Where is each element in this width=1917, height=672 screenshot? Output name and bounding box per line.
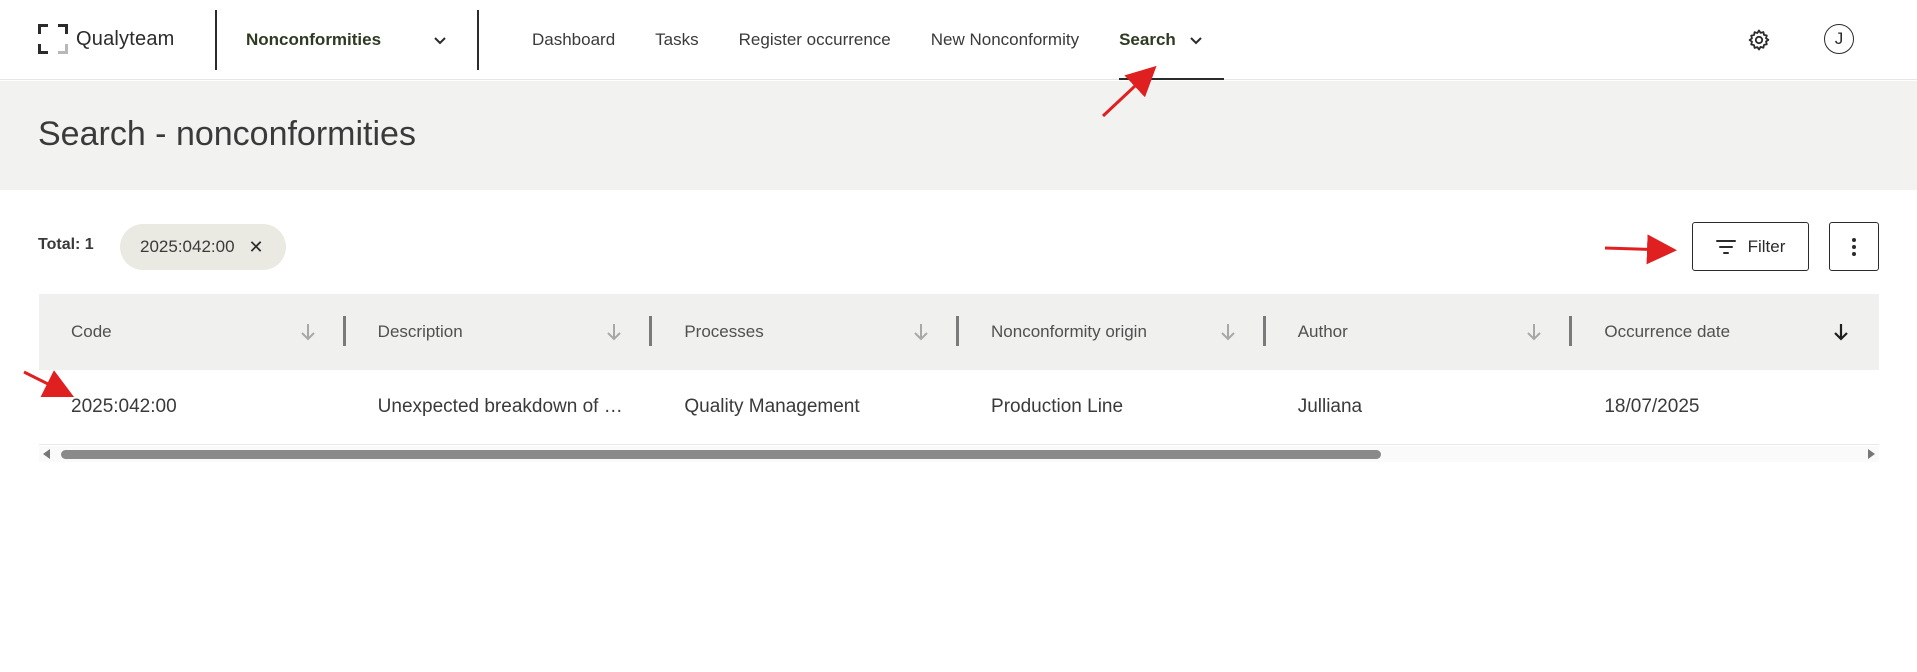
column-header-occurrence-date[interactable]: Occurrence date bbox=[1572, 294, 1879, 370]
sort-arrow-down-icon bbox=[607, 324, 622, 341]
nav-item-tasks[interactable]: Tasks bbox=[635, 0, 718, 80]
cell-code-text: 2025:042:00 bbox=[71, 396, 177, 417]
nav-item-search[interactable]: Search bbox=[1099, 0, 1224, 80]
column-header-label: Occurrence date bbox=[1604, 322, 1731, 341]
cell-author: Julliana bbox=[1266, 370, 1573, 444]
chevron-down-icon bbox=[1190, 37, 1202, 45]
sort-arrow-down-icon bbox=[914, 324, 928, 341]
column-header-label: Author bbox=[1297, 322, 1348, 341]
brand-name: Qualyteam bbox=[76, 27, 175, 50]
close-icon[interactable]: ✕ bbox=[249, 237, 264, 258]
cell-origin-text: Production Line bbox=[991, 396, 1124, 417]
scrollbar-thumb[interactable] bbox=[61, 450, 1381, 459]
scroll-left-arrow-icon[interactable] bbox=[43, 449, 50, 459]
qualyteam-logo-icon bbox=[38, 24, 68, 54]
column-header-code[interactable]: Code bbox=[39, 294, 346, 370]
sort-arrow-down-icon bbox=[1220, 324, 1235, 341]
gear-icon[interactable] bbox=[1747, 28, 1771, 52]
module-selector-label: Nonconformities bbox=[246, 30, 382, 49]
cell-description-text: Unexpected breakdown of … bbox=[377, 396, 623, 417]
nav-item-new-nonconformity[interactable]: New Nonconformity bbox=[911, 0, 1099, 80]
column-header-description[interactable]: Description bbox=[346, 294, 653, 370]
scroll-right-arrow-icon[interactable] bbox=[1868, 449, 1875, 459]
brand-logo[interactable]: Qualyteam bbox=[38, 24, 175, 54]
page-title: Search - nonconformities bbox=[38, 115, 416, 153]
annotation-arrow bbox=[1604, 234, 1677, 265]
cell-occurrence-date: 18/07/2025 bbox=[1572, 370, 1879, 444]
filter-icon bbox=[1715, 239, 1736, 254]
filter-chip-label: 2025:042:00 bbox=[140, 237, 235, 256]
more-options-button[interactable] bbox=[1829, 222, 1879, 271]
cell-description: Unexpected breakdown of … bbox=[346, 370, 653, 444]
column-header-label: Processes bbox=[684, 322, 764, 341]
table-row[interactable]: 2025:042:00 Unexpected breakdown of … Qu… bbox=[39, 370, 1879, 444]
column-header-processes[interactable]: Processes bbox=[652, 294, 960, 370]
table-body: 2025:042:00 Unexpected breakdown of … Qu… bbox=[39, 370, 1879, 445]
column-header-label: Description bbox=[377, 322, 463, 341]
column-header-nonconformity-origin[interactable]: Nonconformity origin bbox=[959, 294, 1266, 370]
nav-item-dashboard[interactable]: Dashboard bbox=[512, 0, 635, 80]
user-avatar[interactable]: J bbox=[1824, 24, 1854, 54]
nav-item-search-label: Search bbox=[1119, 30, 1176, 49]
filter-chip: 2025:042:00 ✕ bbox=[120, 224, 286, 270]
cell-origin: Production Line bbox=[959, 370, 1266, 444]
nav-item-register-occurrence[interactable]: Register occurrence bbox=[719, 0, 911, 80]
column-header-label: Nonconformity origin bbox=[991, 322, 1147, 341]
top-navbar: Qualyteam Nonconformities Dashboard Task… bbox=[0, 0, 1917, 80]
results-table: Code Description Processes Nonconformity… bbox=[39, 294, 1879, 445]
table-header: Code Description Processes Nonconformity… bbox=[39, 294, 1879, 370]
sort-arrow-down-active-icon bbox=[1834, 324, 1848, 341]
cell-occurrence-date-text: 18/07/2025 bbox=[1604, 396, 1700, 417]
column-header-label: Code bbox=[71, 322, 112, 341]
cell-processes-text: Quality Management bbox=[684, 396, 860, 417]
cell-code: 2025:042:00 bbox=[39, 370, 346, 444]
chevron-down-icon bbox=[434, 37, 446, 45]
main-nav: Dashboard Tasks Register occurrence New … bbox=[512, 0, 1224, 80]
cell-author-text: Julliana bbox=[1297, 396, 1363, 417]
sort-arrow-down-icon bbox=[1527, 324, 1542, 341]
horizontal-scrollbar[interactable] bbox=[39, 446, 1879, 462]
column-header-author[interactable]: Author bbox=[1266, 294, 1573, 370]
filter-button-label: Filter bbox=[1747, 236, 1786, 256]
filter-button[interactable]: Filter bbox=[1692, 222, 1809, 271]
total-count: Total: 1 bbox=[38, 236, 94, 253]
module-selector[interactable]: Nonconformities bbox=[216, 0, 478, 80]
sort-arrow-down-icon bbox=[300, 324, 315, 341]
navbar-divider bbox=[477, 10, 479, 70]
more-vertical-icon bbox=[1852, 237, 1856, 256]
cell-processes: Quality Management bbox=[652, 370, 959, 444]
